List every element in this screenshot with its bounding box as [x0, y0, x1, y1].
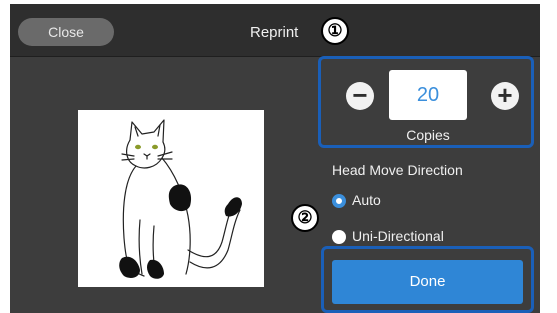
radio-unselected-icon[interactable] [332, 230, 346, 244]
cat-illustration [119, 119, 242, 279]
close-button[interactable]: Close [18, 18, 114, 46]
print-preview [78, 110, 264, 287]
callout-frame-copies [318, 56, 534, 148]
top-bar: Close Reprint [10, 4, 540, 57]
page-title: Reprint [250, 24, 299, 41]
callout-frame-done [321, 246, 534, 313]
radio-auto-label: Auto [352, 192, 381, 208]
callout-badge-2: ② [291, 204, 319, 232]
radio-uni-directional-label: Uni-Directional [352, 228, 444, 244]
callout-badge-1: ① [321, 17, 349, 45]
radio-selected-icon[interactable] [332, 194, 346, 208]
head-move-direction-label: Head Move Direction [332, 162, 463, 178]
